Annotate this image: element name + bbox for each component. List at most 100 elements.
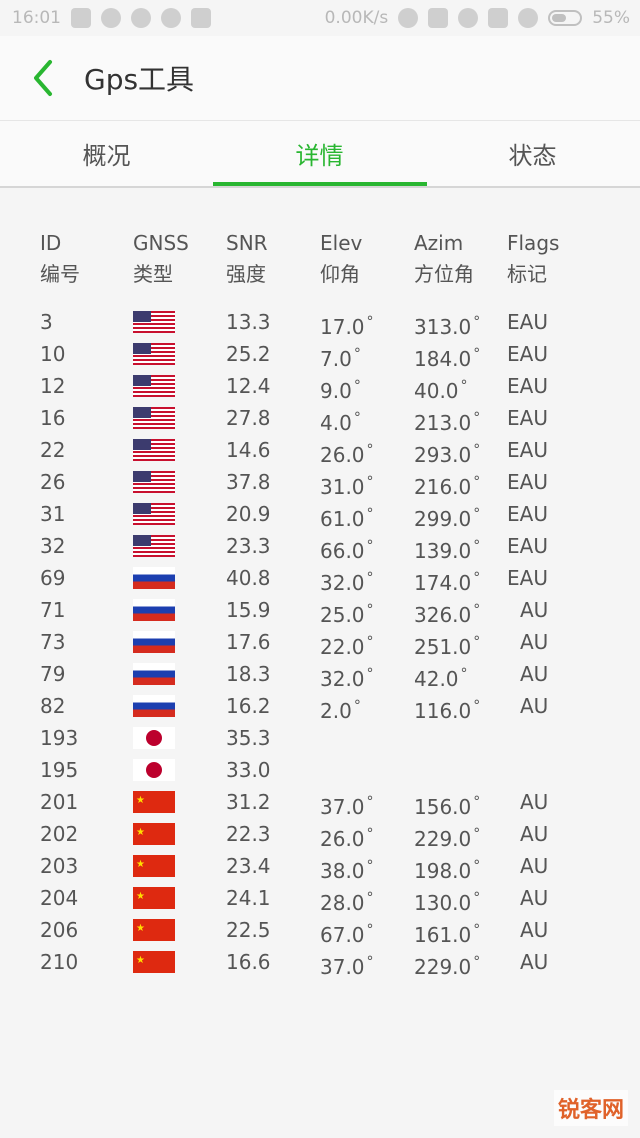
satellite-id: 206: [40, 918, 79, 942]
table-row: 31 20.9 61.0 ° 299.0 ° EAU: [40, 498, 620, 531]
bluetooth-icon: [428, 8, 449, 28]
satellite-id: 195: [40, 758, 79, 782]
active-tab-indicator: [213, 182, 427, 186]
satellite-id: 26: [40, 470, 66, 494]
snr-value: 40.8: [226, 566, 271, 590]
table-row: 210 16.6 37.0° 229.0° AU: [40, 946, 620, 979]
snr-value: 23.3: [226, 534, 271, 558]
table-body: 3 13.3 17.0 ° 313.0 ° EAU 10 25.2 7.0 ° 184.0 ° EAU 12…: [40, 306, 620, 979]
flags-value: AU: [520, 630, 549, 654]
sync-icon: [398, 8, 419, 28]
flags-value: EAU: [507, 406, 548, 430]
satellite-id: 16: [40, 406, 66, 430]
satellite-id: 10: [40, 342, 66, 366]
flag-us-icon: [133, 311, 175, 333]
snr-value: 15.9: [226, 598, 271, 622]
table-row: 26 37.8 31.0 ° 216.0 ° EAU: [40, 466, 620, 499]
satellite-id: 210: [40, 950, 79, 974]
table-row: 69 40.8 32.0 ° 174.0 ° EAU: [40, 562, 620, 595]
flags-value: EAU: [507, 342, 548, 366]
snr-value: 35.3: [226, 726, 271, 750]
tab-status[interactable]: 状态: [426, 121, 639, 186]
back-arrow-icon[interactable]: [28, 58, 68, 98]
flags-value: EAU: [507, 534, 548, 558]
flags-value: AU: [520, 854, 549, 878]
table-row: 12 12.4 9.0 ° 40.0 ° EAU: [40, 370, 620, 403]
satellite-id: 71: [40, 598, 66, 622]
satellite-id: 204: [40, 886, 79, 910]
flags-value: EAU: [507, 502, 548, 526]
tab-details[interactable]: 详情: [213, 121, 426, 186]
header-snr: SNR 强度: [226, 231, 268, 286]
snr-value: 18.3: [226, 662, 271, 686]
table-row: 73 17.6 22.0 ° 251.0 ° AU: [40, 626, 620, 659]
battery-percent: 55%: [592, 8, 630, 28]
status-bar: 16:01 0.00K/s 55%: [0, 0, 640, 36]
flag-us-icon: [133, 471, 175, 493]
snr-value: 25.2: [226, 342, 271, 366]
satellite-id: 31: [40, 502, 66, 526]
flags-value: EAU: [507, 566, 548, 590]
table-row: 20622.567.0°161.0°AU: [40, 914, 620, 947]
satellite-id: 12: [40, 374, 66, 398]
network-app-icon: [161, 8, 181, 28]
snr-value: 14.6: [226, 438, 271, 462]
flags-value: AU: [520, 950, 549, 974]
flags-value: AU: [520, 598, 549, 622]
header-flags: Flags 标记: [507, 231, 560, 286]
flag-cn-icon: [133, 855, 175, 877]
flag-us-icon: [133, 503, 175, 525]
tab-overview[interactable]: 概况: [0, 121, 213, 186]
triangle-app-icon: [191, 8, 211, 28]
flags-value: AU: [520, 662, 549, 686]
flag-us-icon: [133, 375, 175, 397]
flag-ru-icon: [133, 631, 175, 653]
elevation-value: 37.0 °: [320, 954, 374, 979]
flags-value: AU: [520, 822, 549, 846]
alarm-icon: [458, 8, 479, 28]
satellite-id: 73: [40, 630, 66, 654]
flags-value: AU: [520, 886, 549, 910]
flag-ru-icon: [133, 567, 175, 589]
snr-value: 20.9: [226, 502, 271, 526]
table-row: 193 35.3: [40, 722, 620, 754]
table-row: 22 14.6 26.0 ° 293.0 ° EAU: [40, 434, 620, 467]
flag-cn-icon: [133, 823, 175, 845]
satellite-table: ID 编号 GNSS 类型 SNR 强度 Elev 仰角 Azim 方位角 Flags 标记…: [40, 228, 620, 979]
flag-cn-icon: [133, 951, 175, 973]
satellite-id: 79: [40, 662, 66, 686]
flags-value: EAU: [507, 374, 548, 398]
snr-value: 17.6: [226, 630, 271, 654]
flags-value: EAU: [507, 470, 548, 494]
table-row: 71 15.9 25.0 ° 326.0 ° AU: [40, 594, 620, 627]
header-gnss: GNSS 类型: [133, 231, 189, 286]
flag-cn-icon: [133, 919, 175, 941]
signal-icon: [488, 8, 509, 28]
snr-value: 33.0: [226, 758, 271, 782]
table-row: 10 25.2 7.0 ° 184.0 ° EAU: [40, 338, 620, 371]
table-row: 195 33.0: [40, 754, 620, 786]
table-row: 20131.237.0°156.0°AU: [40, 786, 620, 819]
satellite-id: 202: [40, 822, 79, 846]
flags-value: AU: [520, 694, 549, 718]
snr-value: 13.3: [226, 310, 271, 334]
wifi-icon: [518, 8, 539, 28]
header-id: ID 编号: [40, 231, 80, 286]
snr-value: 37.8: [226, 470, 271, 494]
flag-ru-icon: [133, 663, 175, 685]
flag-cn-icon: [133, 791, 175, 813]
satellite-id: 3: [40, 310, 53, 334]
network-speed: 0.00K/s: [324, 8, 389, 28]
header-azim: Azim 方位角: [414, 231, 474, 286]
tab-bar: 概况 详情 状态: [0, 120, 640, 188]
satellite-id: 203: [40, 854, 79, 878]
table-row: 20424.128.0°130.0°AU: [40, 882, 620, 915]
table-row: 3 13.3 17.0 ° 313.0 ° EAU: [40, 306, 620, 339]
satellite-id: 201: [40, 790, 79, 814]
satellite-id: 69: [40, 566, 66, 590]
flag-us-icon: [133, 343, 175, 365]
snr-value: 24.1: [226, 886, 271, 910]
snr-value: 12.4: [226, 374, 271, 398]
satellite-id: 22: [40, 438, 66, 462]
satellite-id: 193: [40, 726, 79, 750]
